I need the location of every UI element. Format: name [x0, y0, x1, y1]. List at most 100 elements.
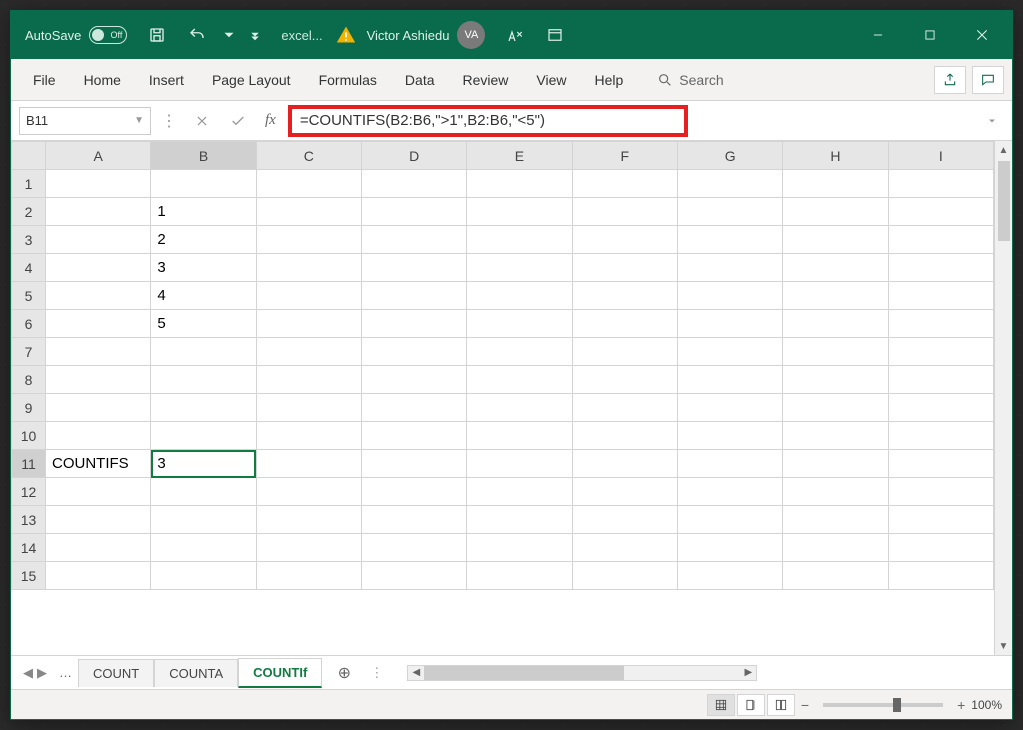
cell-G10[interactable]	[677, 422, 782, 450]
ribbon-tab-view[interactable]: View	[522, 62, 580, 98]
tell-me-search[interactable]: Search	[657, 72, 723, 88]
cell-A2[interactable]	[46, 198, 151, 226]
cell-E7[interactable]	[467, 338, 572, 366]
cell-I14[interactable]	[888, 534, 993, 562]
cell-B7[interactable]	[151, 338, 256, 366]
scroll-up[interactable]: ▲	[999, 141, 1009, 159]
cell-B8[interactable]	[151, 366, 256, 394]
cell-E10[interactable]	[467, 422, 572, 450]
cell-F15[interactable]	[572, 562, 677, 590]
cell-D3[interactable]	[361, 226, 466, 254]
tab-scroll-splitter[interactable]: ⋮	[366, 665, 387, 681]
cell-A1[interactable]	[46, 170, 151, 198]
cell-A15[interactable]	[46, 562, 151, 590]
cell-F1[interactable]	[572, 170, 677, 198]
save-button[interactable]	[137, 11, 177, 59]
cell-H5[interactable]	[783, 282, 888, 310]
cell-D10[interactable]	[361, 422, 466, 450]
cell-A7[interactable]	[46, 338, 151, 366]
cell-G13[interactable]	[677, 506, 782, 534]
cell-H1[interactable]	[783, 170, 888, 198]
vertical-scrollbar[interactable]: ▲ ▼	[994, 141, 1012, 655]
cell-A11[interactable]: COUNTIFS	[46, 450, 151, 478]
column-header-E[interactable]: E	[467, 142, 572, 170]
sheet-tab-counta[interactable]: COUNTA	[154, 659, 238, 687]
tab-nav-prev[interactable]: ◀	[23, 665, 33, 681]
cell-B6[interactable]: 5	[151, 310, 256, 338]
fx-label[interactable]: fx	[259, 112, 282, 129]
cell-D13[interactable]	[361, 506, 466, 534]
ribbon-tab-review[interactable]: Review	[449, 62, 523, 98]
cell-A13[interactable]	[46, 506, 151, 534]
expand-formula-bar[interactable]	[980, 115, 1004, 127]
row-header-4[interactable]: 4	[12, 254, 46, 282]
view-page-break[interactable]	[767, 694, 795, 716]
view-normal[interactable]	[707, 694, 735, 716]
cell-F4[interactable]	[572, 254, 677, 282]
cell-H9[interactable]	[783, 394, 888, 422]
cell-A12[interactable]	[46, 478, 151, 506]
cell-E1[interactable]	[467, 170, 572, 198]
cell-E6[interactable]	[467, 310, 572, 338]
cell-G15[interactable]	[677, 562, 782, 590]
cell-B1[interactable]	[151, 170, 256, 198]
cell-E4[interactable]	[467, 254, 572, 282]
cell-D14[interactable]	[361, 534, 466, 562]
cell-H4[interactable]	[783, 254, 888, 282]
cell-F12[interactable]	[572, 478, 677, 506]
cell-I10[interactable]	[888, 422, 993, 450]
cell-I13[interactable]	[888, 506, 993, 534]
cell-G12[interactable]	[677, 478, 782, 506]
cell-E8[interactable]	[467, 366, 572, 394]
cell-C14[interactable]	[256, 534, 361, 562]
scroll-right[interactable]: ▶	[740, 667, 756, 678]
cell-C5[interactable]	[256, 282, 361, 310]
row-header-12[interactable]: 12	[12, 478, 46, 506]
cell-I9[interactable]	[888, 394, 993, 422]
ribbon-tab-page-layout[interactable]: Page Layout	[198, 62, 305, 98]
cell-G2[interactable]	[677, 198, 782, 226]
cell-F10[interactable]	[572, 422, 677, 450]
cell-F3[interactable]	[572, 226, 677, 254]
scroll-thumb[interactable]	[998, 161, 1010, 241]
cell-E5[interactable]	[467, 282, 572, 310]
cell-B14[interactable]	[151, 534, 256, 562]
cell-B3[interactable]: 2	[151, 226, 256, 254]
row-header-11[interactable]: 11	[12, 450, 46, 478]
cell-B5[interactable]: 4	[151, 282, 256, 310]
cell-G9[interactable]	[677, 394, 782, 422]
cell-E2[interactable]	[467, 198, 572, 226]
cell-F14[interactable]	[572, 534, 677, 562]
cell-I7[interactable]	[888, 338, 993, 366]
comments-button[interactable]	[972, 66, 1004, 94]
cell-C13[interactable]	[256, 506, 361, 534]
row-header-1[interactable]: 1	[12, 170, 46, 198]
cell-A10[interactable]	[46, 422, 151, 450]
file-tab[interactable]: File	[19, 62, 70, 98]
cell-E3[interactable]	[467, 226, 572, 254]
cell-A5[interactable]	[46, 282, 151, 310]
cell-E9[interactable]	[467, 394, 572, 422]
cell-H14[interactable]	[783, 534, 888, 562]
column-header-H[interactable]: H	[783, 142, 888, 170]
formula-bar-splitter[interactable]: ⋮	[157, 111, 181, 131]
cell-D7[interactable]	[361, 338, 466, 366]
add-sheet-button[interactable]: ⊕	[330, 659, 358, 687]
zoom-in[interactable]: +	[953, 697, 969, 713]
cell-C11[interactable]	[256, 450, 361, 478]
cell-D6[interactable]	[361, 310, 466, 338]
cell-H3[interactable]	[783, 226, 888, 254]
cell-I5[interactable]	[888, 282, 993, 310]
cell-C9[interactable]	[256, 394, 361, 422]
cell-D2[interactable]	[361, 198, 466, 226]
cell-B12[interactable]	[151, 478, 256, 506]
cell-E11[interactable]	[467, 450, 572, 478]
cell-D4[interactable]	[361, 254, 466, 282]
ribbon-tab-insert[interactable]: Insert	[135, 62, 198, 98]
coming-soon-button[interactable]	[495, 11, 535, 59]
row-header-2[interactable]: 2	[12, 198, 46, 226]
cell-H7[interactable]	[783, 338, 888, 366]
column-header-G[interactable]: G	[677, 142, 782, 170]
row-header-9[interactable]: 9	[12, 394, 46, 422]
cell-F6[interactable]	[572, 310, 677, 338]
